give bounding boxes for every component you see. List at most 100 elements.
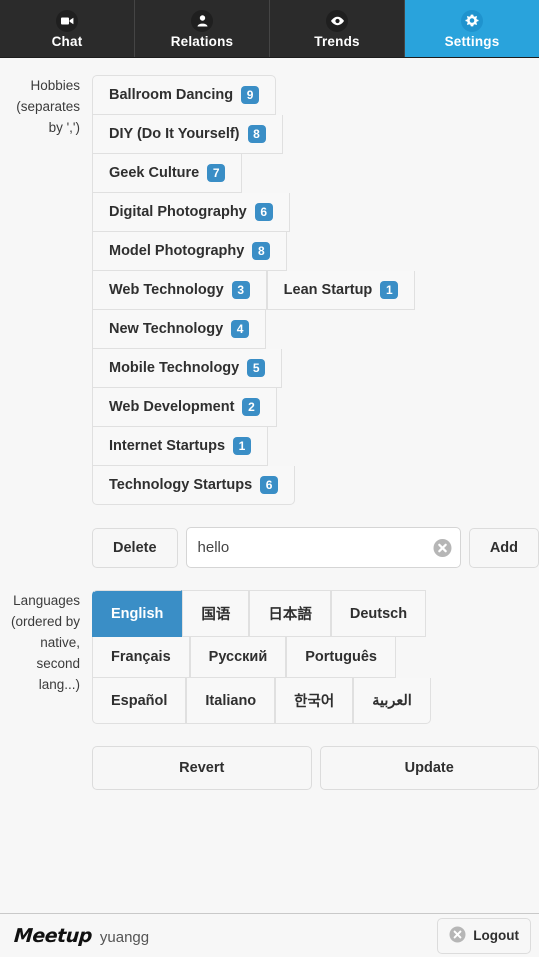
delete-button[interactable]: Delete <box>92 527 178 568</box>
hobby-row: Model Photography 8 <box>92 232 539 271</box>
hobby-item[interactable]: Lean Startup 1 <box>266 271 416 310</box>
hobby-name: Mobile Technology <box>109 360 240 376</box>
revert-button[interactable]: Revert <box>92 746 312 790</box>
hobby-name: Internet Startups <box>109 438 226 454</box>
language-button[interactable]: Português <box>286 637 396 678</box>
hobby-input-row: Delete Add <box>92 507 539 568</box>
hobby-name: Geek Culture <box>109 165 200 181</box>
tab-trends-label: Trends <box>314 34 360 50</box>
hobby-count-badge: 3 <box>231 281 250 299</box>
hobby-count-badge: 6 <box>260 476 279 494</box>
eye-icon <box>326 10 348 33</box>
hobby-count-badge: 1 <box>380 281 399 299</box>
language-row: English 国语 日本語 Deutsch <box>92 590 539 637</box>
hobby-list: Ballroom Dancing 9 DIY (Do It Yourself) 8 Ge… <box>92 75 539 507</box>
hobby-count-badge: 2 <box>242 398 261 416</box>
language-row: Español Italiano 한국어 العربية <box>92 678 539 724</box>
language-button[interactable]: Русский <box>189 637 287 678</box>
hobbies-label: Hobbies (separates by ',') <box>16 78 80 135</box>
hobby-item[interactable]: Model Photography 8 <box>92 232 288 271</box>
language-button[interactable]: Español <box>92 678 187 724</box>
language-button[interactable]: English <box>92 590 183 637</box>
language-button[interactable]: Italiano <box>186 678 276 724</box>
hobby-row: Digital Photography 6 <box>92 193 539 232</box>
hobby-name: Technology Startups <box>109 477 253 493</box>
hobby-row: Geek Culture 7 <box>92 154 539 193</box>
hobby-item[interactable]: Geek Culture 7 <box>92 154 243 193</box>
logout-label: Logout <box>473 928 519 943</box>
hobby-count-badge: 7 <box>207 164 226 182</box>
language-button[interactable]: 国语 <box>182 590 250 637</box>
hobby-item[interactable]: Technology Startups 6 <box>92 466 296 505</box>
form-actions: Revert Update <box>92 724 539 790</box>
hobby-count-badge: 5 <box>247 359 266 377</box>
hobby-item[interactable]: Ballroom Dancing 9 <box>92 75 277 115</box>
language-button[interactable]: Français <box>92 637 190 678</box>
hobby-name: Model Photography <box>109 243 245 259</box>
language-button-group: English 国语 日本語 Deutsch Français Русский Portug… <box>92 590 539 724</box>
hobby-name: Lean Startup <box>283 282 373 298</box>
hobby-input[interactable] <box>185 527 461 568</box>
meetup-logo: Meetup <box>13 924 93 947</box>
languages-field: English 国语 日本語 Deutsch Français Русский Portug… <box>92 590 539 790</box>
main-tab-bar: Chat Relations Trends Settings <box>0 0 539 58</box>
hobby-row: DIY (Do It Yourself) 8 <box>92 115 539 154</box>
hobby-row: Technology Startups 6 <box>92 466 539 505</box>
bottom-bar: Meetup yuangg Logout <box>0 913 539 957</box>
hobby-row: Mobile Technology 5 <box>92 349 539 388</box>
username-label: yuangg <box>99 928 150 946</box>
hobby-name: Digital Photography <box>109 204 247 220</box>
language-button[interactable]: 한국어 <box>275 678 354 724</box>
hobby-row: Ballroom Dancing 9 <box>92 75 539 115</box>
tab-chat[interactable]: Chat <box>0 0 135 57</box>
languages-row: Languages (ordered by native, second lan… <box>0 568 539 790</box>
language-button[interactable]: Deutsch <box>330 590 427 637</box>
hobby-input-wrapper <box>185 527 461 568</box>
hobby-item[interactable]: Web Technology 3 <box>92 271 267 310</box>
tab-settings-label: Settings <box>444 34 500 50</box>
add-button[interactable]: Add <box>468 527 539 568</box>
tab-chat-label: Chat <box>51 34 83 50</box>
hobby-item[interactable]: New Technology 4 <box>92 310 267 349</box>
hobby-name: New Technology <box>109 321 224 337</box>
clear-circle-icon[interactable] <box>433 538 452 557</box>
hobby-count-badge: 1 <box>233 437 252 455</box>
tab-trends[interactable]: Trends <box>270 0 405 57</box>
hobby-count-badge: 8 <box>247 125 266 143</box>
settings-form: Hobbies (separates by ',') Ballroom Danc… <box>0 57 539 790</box>
hobby-name: DIY (Do It Yourself) <box>109 126 240 142</box>
brand: Meetup yuangg <box>13 924 150 947</box>
hobby-item[interactable]: Internet Startups 1 <box>92 427 269 466</box>
hobby-item[interactable]: DIY (Do It Yourself) 8 <box>92 115 283 154</box>
hobby-count-badge: 8 <box>252 242 271 260</box>
hobby-name: Web Technology <box>109 282 224 298</box>
person-icon <box>191 10 213 33</box>
hobbies-row: Hobbies (separates by ',') Ballroom Danc… <box>0 75 539 568</box>
settings-content: Hobbies (separates by ',') Ballroom Danc… <box>0 57 539 913</box>
language-row: Français Русский Português <box>92 637 539 678</box>
language-button[interactable]: 日本語 <box>249 590 331 637</box>
hobby-name: Ballroom Dancing <box>109 87 234 103</box>
hobbies-field: Ballroom Dancing 9 DIY (Do It Yourself) 8 Ge… <box>92 75 539 568</box>
language-button[interactable]: العربية <box>353 678 431 724</box>
gear-icon <box>461 10 483 33</box>
tab-relations-label: Relations <box>170 34 234 50</box>
hobby-count-badge: 6 <box>254 203 273 221</box>
hobby-row: Internet Startups 1 <box>92 427 539 466</box>
hobby-item[interactable]: Web Development 2 <box>92 388 278 427</box>
cancel-circle-icon <box>449 926 466 946</box>
hobby-count-badge: 9 <box>241 86 260 104</box>
hobby-row: Web Technology 3 Lean Startup 1 <box>92 271 539 310</box>
tab-settings[interactable]: Settings <box>405 0 539 57</box>
hobby-item[interactable]: Mobile Technology 5 <box>92 349 283 388</box>
update-button[interactable]: Update <box>319 746 539 790</box>
hobby-name: Web Development <box>109 399 235 415</box>
video-camera-icon <box>56 10 78 33</box>
hobby-row: New Technology 4 <box>92 310 539 349</box>
hobby-row: Web Development 2 <box>92 388 539 427</box>
tab-relations[interactable]: Relations <box>135 0 270 57</box>
hobby-item[interactable]: Digital Photography 6 <box>92 193 290 232</box>
logout-button[interactable]: Logout <box>437 917 531 954</box>
hobby-count-badge: 4 <box>231 320 250 338</box>
languages-label: Languages (ordered by native, second lan… <box>10 593 80 692</box>
